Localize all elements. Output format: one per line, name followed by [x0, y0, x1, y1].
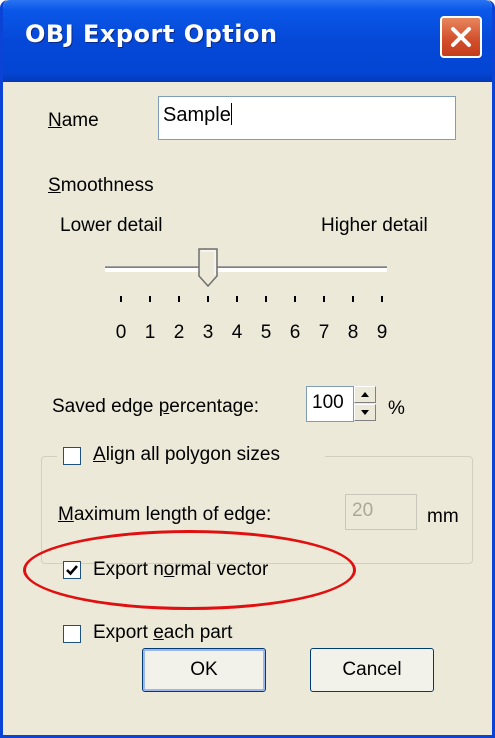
slider-tick-label: 1	[144, 322, 156, 343]
saved-edge-label: Saved edge percentage:	[52, 396, 260, 417]
slider-tick-label: 4	[231, 322, 243, 343]
name-input[interactable]: Sample	[158, 96, 456, 140]
smoothness-slider-thumb[interactable]	[198, 248, 218, 288]
slider-tick-mark	[120, 296, 122, 302]
slider-tick-label: 9	[376, 322, 388, 343]
saved-edge-input[interactable]: 100	[306, 386, 354, 422]
slider-tick-mark	[294, 296, 296, 302]
slider-tick-mark	[236, 296, 238, 302]
slider-tick-label: 6	[289, 322, 301, 343]
spin-up-button[interactable]	[354, 386, 376, 403]
slider-tick-mark	[207, 296, 209, 302]
export-each-part-label: Export each part	[93, 622, 233, 643]
saved-edge-spinner[interactable]	[354, 386, 376, 422]
slider-tick-mark	[178, 296, 180, 302]
slider-tick-mark	[149, 296, 151, 302]
text-caret	[230, 103, 232, 125]
close-button[interactable]	[440, 16, 482, 58]
name-label: Name	[48, 110, 99, 131]
align-group-header: Align all polygon sizes	[57, 444, 325, 470]
slider-tick-label: 3	[202, 322, 214, 343]
mm-unit: mm	[427, 506, 459, 527]
title-bar[interactable]: OBJ Export Option	[3, 0, 492, 82]
align-polygon-checkbox[interactable]	[63, 447, 81, 465]
arrow-up-icon	[361, 392, 369, 397]
slider-tick-mark	[323, 296, 325, 302]
slider-tick-label: 2	[173, 322, 185, 343]
align-polygon-label: Align all polygon sizes	[93, 444, 280, 465]
highlight-ellipse	[23, 530, 356, 610]
slider-tick-label: 8	[347, 322, 359, 343]
spin-down-button[interactable]	[354, 404, 376, 421]
higher-detail-label: Higher detail	[321, 215, 428, 236]
export-each-part-checkbox[interactable]	[63, 625, 81, 643]
slider-tick-mark	[265, 296, 267, 302]
window-title: OBJ Export Option	[25, 20, 278, 48]
max-length-input[interactable]: 20	[345, 494, 417, 530]
cancel-button[interactable]: Cancel	[310, 648, 434, 692]
lower-detail-label: Lower detail	[60, 215, 163, 236]
dialog-body: Name Sample Smoothness Lower detail High…	[3, 82, 492, 735]
slider-tick-label: 5	[260, 322, 272, 343]
slider-tick-mark	[381, 296, 383, 302]
slider-tick-label: 0	[115, 322, 127, 343]
close-icon	[451, 27, 471, 47]
smoothness-slider-track[interactable]	[105, 266, 387, 272]
percent-unit: %	[388, 398, 405, 419]
slider-tick-label: 7	[318, 322, 330, 343]
slider-tick-mark	[352, 296, 354, 302]
smoothness-label: Smoothness	[48, 175, 154, 196]
max-length-label: Maximum length of edge:	[58, 504, 272, 525]
ok-button[interactable]: OK	[142, 648, 266, 692]
dialog-window: OBJ Export Option Name Sample Smoothness…	[0, 0, 495, 738]
arrow-down-icon	[361, 410, 369, 415]
